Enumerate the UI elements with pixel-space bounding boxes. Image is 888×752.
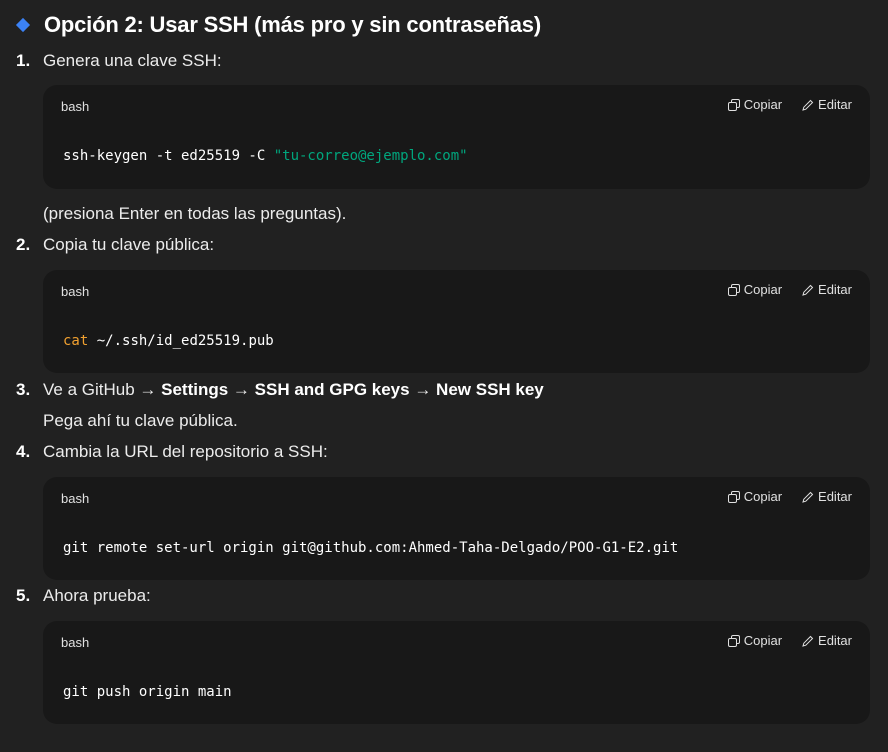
step-text: Genera una clave SSH: xyxy=(43,51,222,70)
step-text: Ahora prueba: xyxy=(43,586,151,605)
copy-label: Copiar xyxy=(743,633,783,648)
copy-button[interactable]: Copiar xyxy=(727,282,783,297)
code-actions: Copiar Editar xyxy=(727,282,852,297)
code-text: git remote set-url origin git@github.com… xyxy=(63,540,679,556)
code-block: bash Copiar Editar ssh-keygen -t ed25519… xyxy=(43,85,870,189)
code-language: bash xyxy=(61,99,90,114)
edit-button[interactable]: Editar xyxy=(802,489,852,504)
copy-label: Copiar xyxy=(743,97,783,112)
copy-icon xyxy=(727,283,740,296)
pencil-icon xyxy=(802,99,814,111)
copy-button[interactable]: Copiar xyxy=(727,97,783,112)
copy-button[interactable]: Copiar xyxy=(727,489,783,504)
step-number: 2. xyxy=(16,235,31,254)
step-text: Copia tu clave pública: xyxy=(43,235,215,254)
step-note: Pega ahí tu clave pública. xyxy=(43,411,238,430)
copy-icon xyxy=(727,490,740,503)
step-note: (presiona Enter en todas las preguntas). xyxy=(43,204,347,223)
code-text: git push origin main xyxy=(63,684,232,700)
edit-label: Editar xyxy=(818,489,852,504)
code-block: bash Copiar Editar cat ~/.ssh/id_ed25519… xyxy=(43,270,870,373)
pencil-icon xyxy=(802,491,814,503)
code-text: ssh-keygen -t ed25519 -C "tu-correo@ejem… xyxy=(63,148,468,164)
code-text: cat ~/.ssh/id_ed25519.pub xyxy=(63,333,274,349)
code-block: bash Copiar Editar git remote set-url or… xyxy=(43,477,870,580)
step-text: Ve a GitHub → Settings → SSH and GPG key… xyxy=(43,380,544,399)
code-actions: Copiar Editar xyxy=(727,97,852,112)
section-title: Opción 2: Usar SSH (más pro y sin contra… xyxy=(44,12,541,37)
step-number: 1. xyxy=(16,51,31,70)
pencil-icon xyxy=(802,284,814,296)
copy-label: Copiar xyxy=(743,489,783,504)
code-actions: Copiar Editar xyxy=(727,633,852,648)
edit-label: Editar xyxy=(818,633,852,648)
code-block: bash Copiar Editar git push origin main xyxy=(43,621,870,724)
code-actions: Copiar Editar xyxy=(727,489,852,504)
code-language: bash xyxy=(61,284,90,299)
code-language: bash xyxy=(61,491,90,506)
copy-button[interactable]: Copiar xyxy=(727,633,783,648)
copy-icon xyxy=(727,98,740,111)
edit-label: Editar xyxy=(818,97,852,112)
step-text: Cambia la URL del repositorio a SSH: xyxy=(43,442,328,461)
section-heading: Opción 2: Usar SSH (más pro y sin contra… xyxy=(15,10,541,40)
copy-icon xyxy=(727,634,740,647)
copy-label: Copiar xyxy=(743,282,783,297)
edit-label: Editar xyxy=(818,282,852,297)
edit-button[interactable]: Editar xyxy=(802,97,852,112)
step-number: 3. xyxy=(16,380,31,399)
code-language: bash xyxy=(61,635,90,650)
diamond-icon xyxy=(15,17,31,33)
step-number: 5. xyxy=(16,586,31,605)
pencil-icon xyxy=(802,635,814,647)
edit-button[interactable]: Editar xyxy=(802,633,852,648)
step-number: 4. xyxy=(16,442,31,461)
edit-button[interactable]: Editar xyxy=(802,282,852,297)
